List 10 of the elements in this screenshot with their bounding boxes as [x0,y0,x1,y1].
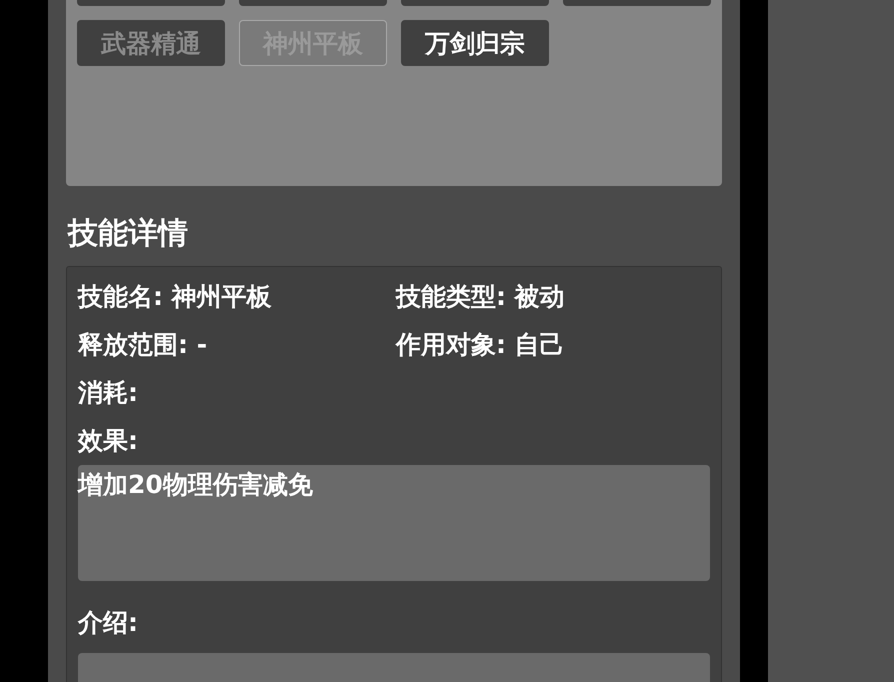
skill-button[interactable]: 万剑归宗 [401,20,549,66]
detail-field: 效果: [78,417,396,465]
intro-label: 介绍: [78,607,139,639]
section-heading: 技能详情 [68,215,189,253]
detail-field: 作用对象: 自己 [396,321,710,369]
detail-field: 技能类型: 被动 [396,273,710,321]
detail-field: 消耗: [78,369,396,417]
detail-field: 释放范围: - [78,321,396,369]
effect-text-area: 增加20物理伤害减免 [78,465,710,581]
detail-field: 技能名: 神州平板 [78,273,396,321]
